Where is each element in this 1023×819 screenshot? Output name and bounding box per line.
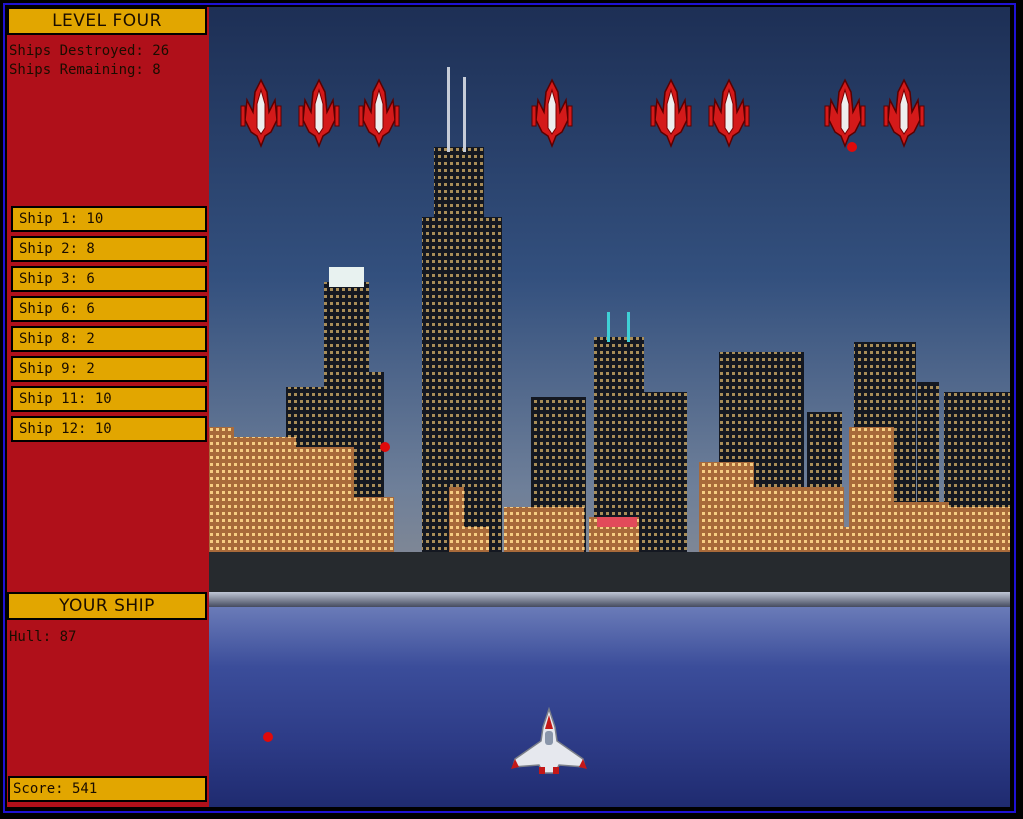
enemy-ship-icon: [358, 79, 400, 147]
lake-water: [209, 607, 1010, 807]
enemy-bullet: [847, 142, 857, 152]
enemy-ship-list: Ship 1: 10 Ship 2: 8 Ship 3: 6 Ship 6: 6…: [11, 206, 207, 446]
list-item: Ship 12: 10: [11, 416, 207, 442]
game-area[interactable]: [209, 7, 1010, 807]
hull-status: Hull: 87: [9, 629, 77, 645]
enemy-formation: [240, 79, 925, 147]
enemy-ship-icon: [708, 79, 750, 147]
list-item: Ship 8: 2: [11, 326, 207, 352]
enemy-ship-icon: [650, 79, 692, 147]
list-item: Ship 1: 10: [11, 206, 207, 232]
score-display: Score: 541: [8, 776, 207, 802]
ships-destroyed: Ships Destroyed: 26: [9, 43, 170, 59]
player-ship-icon[interactable]: [509, 707, 589, 777]
enemy-ship-icon: [240, 79, 282, 147]
list-item: Ship 11: 10: [11, 386, 207, 412]
list-item: Ship 6: 6: [11, 296, 207, 322]
enemy-ship-icon: [883, 79, 925, 147]
enemy-ship-icon: [824, 79, 866, 147]
your-ship-title: YOUR SHIP: [7, 592, 207, 620]
enemy-bullet: [380, 442, 390, 452]
list-item: Ship 2: 8: [11, 236, 207, 262]
enemy-bullet: [263, 732, 273, 742]
side-panel: LEVEL FOUR Ships Destroyed: 26 Ships Rem…: [7, 7, 209, 807]
enemy-ship-icon: [531, 79, 573, 147]
list-item: Ship 3: 6: [11, 266, 207, 292]
ships-remaining: Ships Remaining: 8: [9, 62, 161, 78]
level-title: LEVEL FOUR: [7, 7, 207, 35]
enemy-ship-icon: [298, 79, 340, 147]
list-item: Ship 9: 2: [11, 356, 207, 382]
